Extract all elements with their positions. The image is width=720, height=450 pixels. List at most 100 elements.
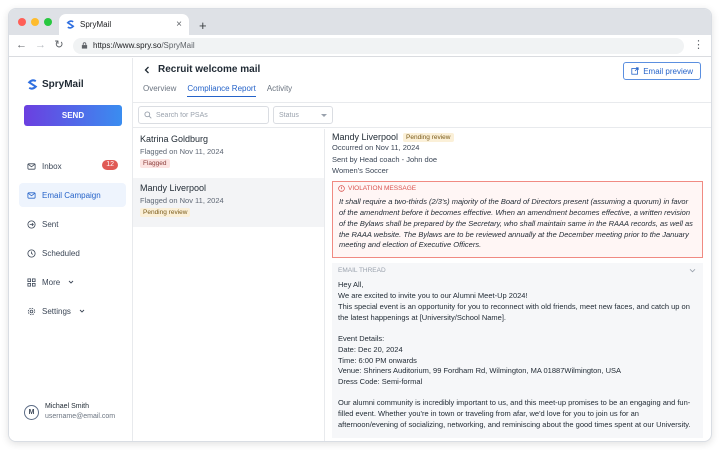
browser-window: SpryMail × + ← → ↻ https://www.spry.so/S…	[8, 8, 712, 442]
list-item-date: Flagged on Nov 11, 2024	[140, 196, 224, 206]
event-venue: Venue: Shriners Auditorium, 99 Fordham R…	[338, 366, 622, 376]
forward-arrow-icon[interactable]: →	[35, 40, 46, 51]
back-chevron-icon[interactable]	[143, 66, 151, 74]
violation-text: It shall require a two-thirds (2/3's) ma…	[339, 196, 693, 250]
user-email: username@email.com	[45, 413, 116, 421]
violation-label: VIOLATION MESSAGE	[348, 184, 417, 192]
inbox-count-badge: 12	[102, 160, 118, 171]
sidebar-item-label: Sent	[42, 219, 59, 229]
sidebar-item-label: Settings	[42, 306, 71, 316]
search-icon	[144, 111, 152, 119]
report-content: Katrina Goldburg Flagged on Nov 11, 2024…	[133, 129, 711, 441]
page-header: Recruit welcome mail Email preview Overv…	[133, 58, 711, 102]
close-tab-icon[interactable]: ×	[176, 19, 182, 30]
chevron-down-icon	[79, 309, 85, 313]
sidebar-item-more[interactable]: More	[19, 270, 126, 294]
search-input[interactable]	[156, 111, 256, 119]
browser-tab[interactable]: SpryMail ×	[59, 14, 189, 35]
status-badge: Pending review	[140, 208, 191, 218]
sidebar-item-label: Email Campaign	[42, 190, 101, 200]
list-item-name: Mandy Liverpool	[140, 183, 207, 193]
status-badge: Pending review	[403, 133, 454, 142]
list-item-date: Flagged on Nov 11, 2024	[140, 147, 224, 157]
main-panel: Recruit welcome mail Email preview Overv…	[133, 58, 711, 441]
browser-menu-icon[interactable]: ⋮	[693, 40, 704, 51]
user-name: Michael Smith	[45, 403, 89, 411]
page-title: Recruit welcome mail	[158, 64, 261, 75]
flagged-list: Katrina Goldburg Flagged on Nov 11, 2024…	[133, 129, 325, 441]
email-thread: EMAIL THREAD Hey All, We are excited to …	[332, 263, 703, 439]
detail-name: Mandy Liverpool	[332, 131, 399, 142]
warning-icon	[338, 185, 345, 192]
email-closing: Our alumni community is incredibly impor…	[338, 398, 691, 429]
sidebar-item-label: More	[42, 277, 61, 287]
sidebar-menu: Inbox 12 Email Campaign Sent Scheduled M…	[9, 154, 132, 323]
list-item[interactable]: Katrina Goldburg Flagged on Nov 11, 2024…	[133, 129, 324, 178]
maximize-window-button[interactable]	[44, 18, 52, 26]
gear-icon	[27, 307, 36, 315]
mail-icon	[27, 191, 36, 199]
tab-overview[interactable]: Overview	[143, 84, 176, 97]
window-controls	[18, 18, 52, 26]
grid-icon	[27, 277, 36, 287]
chevron-down-icon	[68, 280, 74, 284]
sprymail-logo-icon	[66, 20, 75, 29]
brand-name: SpryMail	[42, 79, 84, 90]
list-item[interactable]: Mandy Liverpool Flagged on Nov 11, 2024 …	[133, 178, 324, 227]
sidebar-item-scheduled[interactable]: Scheduled	[19, 241, 126, 265]
browser-tab-title: SpryMail	[80, 20, 112, 29]
external-link-icon	[631, 67, 639, 75]
url-path: /SpryMail	[161, 41, 195, 50]
status-badge: Flagged	[140, 159, 170, 169]
list-item-name: Katrina Goldburg	[140, 134, 209, 144]
address-bar[interactable]: https://www.spry.so/SpryMail	[73, 37, 684, 54]
browser-toolbar: ← → ↻ https://www.spry.so/SpryMail ⋮	[9, 35, 711, 57]
event-details-title: Event Details:	[338, 333, 385, 343]
app: SpryMail SEND Inbox 12 Email Campaign Se…	[9, 58, 711, 441]
chevron-down-icon[interactable]	[689, 267, 696, 274]
minimize-window-button[interactable]	[31, 18, 39, 26]
detail-occurred: Occurred on Nov 11, 2024	[332, 143, 420, 152]
new-tab-button[interactable]: +	[199, 19, 207, 32]
tab-compliance-report[interactable]: Compliance Report	[187, 84, 256, 97]
sidebar-item-inbox[interactable]: Inbox 12	[19, 154, 126, 178]
sidebar-item-email-campaign[interactable]: Email Campaign	[19, 183, 126, 207]
status-select-label: Status	[279, 111, 299, 119]
browser-tab-bar: SpryMail × +	[9, 9, 711, 35]
email-body: Hey All, We are excited to invite you to…	[338, 280, 696, 431]
close-window-button[interactable]	[18, 18, 26, 26]
send-button[interactable]: SEND	[24, 105, 122, 126]
event-dress-code: Dress Code: Semi-formal	[338, 377, 423, 387]
sidebar: SpryMail SEND Inbox 12 Email Campaign Se…	[9, 58, 133, 441]
inbox-icon	[27, 162, 36, 170]
user-profile[interactable]: M Michael Smith username@email.com	[24, 402, 115, 422]
back-arrow-icon[interactable]: ←	[16, 40, 27, 51]
event-date: Date: Dec 20, 2024	[338, 344, 403, 354]
event-time: Time: 6:00 PM onwards	[338, 355, 417, 365]
lock-icon	[81, 42, 88, 49]
sent-icon	[27, 219, 36, 229]
status-select[interactable]: Status	[273, 106, 333, 124]
search-box	[138, 106, 269, 124]
email-greeting: Hey All,	[338, 280, 364, 290]
email-thread-label: EMAIL THREAD	[338, 267, 386, 275]
brand: SpryMail	[9, 58, 132, 90]
violation-box: VIOLATION MESSAGE It shall require a two…	[332, 180, 703, 259]
email-line: We are excited to invite you to our Alum…	[338, 291, 528, 301]
email-preview-label: Email preview	[643, 66, 693, 76]
avatar: M	[24, 404, 39, 420]
clock-icon	[27, 248, 36, 258]
sidebar-item-label: Scheduled	[42, 248, 80, 258]
detail-sent-by: Sent by Head coach - John doe	[332, 154, 438, 164]
tab-bar: Overview Compliance Report Activity	[143, 84, 711, 97]
email-preview-button[interactable]: Email preview	[623, 62, 701, 80]
sidebar-item-label: Inbox	[42, 161, 62, 171]
sidebar-item-sent[interactable]: Sent	[19, 212, 126, 236]
caret-down-icon	[321, 113, 327, 117]
tab-activity[interactable]: Activity	[267, 84, 292, 97]
sprymail-logo-icon	[27, 79, 38, 90]
sidebar-item-settings[interactable]: Settings	[19, 299, 126, 323]
reload-icon[interactable]: ↻	[54, 40, 64, 51]
filter-bar: Status	[133, 102, 711, 128]
detail-panel: Mandy Liverpool Pending review Occurred …	[325, 129, 711, 441]
